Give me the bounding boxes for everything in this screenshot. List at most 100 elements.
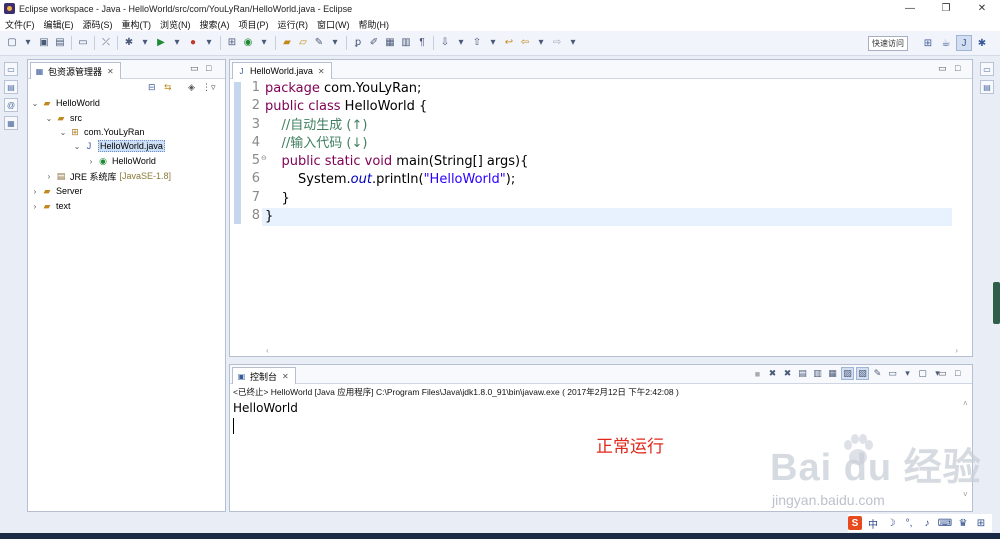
maximize-view-icon[interactable]: □ [955, 368, 960, 378]
dropdown-icon[interactable]: ▾ [203, 37, 215, 49]
tab-helloworld-java[interactable]: J HelloWorld.java ✕ [232, 62, 332, 79]
debug-perspective-icon[interactable]: ✱ [974, 35, 990, 51]
scroll-lock-icon[interactable]: ▥ [811, 367, 824, 380]
dropdown-icon[interactable]: ▾ [455, 37, 467, 49]
restore-icon[interactable]: ▭ [4, 62, 18, 76]
close-icon[interactable]: ✕ [318, 67, 325, 76]
new-java-project-icon[interactable]: ⊞ [226, 37, 238, 49]
menu-refactor[interactable]: 重构(T) [122, 18, 152, 31]
declaration-icon[interactable]: ▦ [4, 116, 18, 130]
menu-search[interactable]: 搜索(A) [200, 18, 230, 31]
dropdown-icon[interactable]: ▾ [139, 37, 151, 49]
save-all-icon[interactable]: ▤ [54, 37, 66, 49]
minimize-button[interactable]: — [892, 0, 928, 17]
expand-arrow-icon[interactable]: › [30, 202, 40, 211]
new-class-icon[interactable]: ◉ [242, 37, 254, 49]
dropdown-icon[interactable]: ▾ [487, 37, 499, 49]
expand-arrow-icon[interactable]: ⌄ [30, 99, 40, 108]
close-icon[interactable]: ✕ [107, 67, 114, 76]
expand-arrow-icon[interactable]: ⌄ [72, 142, 82, 151]
display-console-icon[interactable]: ▭ [886, 367, 899, 380]
menu-edit[interactable]: 编辑(E) [44, 18, 74, 31]
horizontal-scrollbar[interactable]: ‹ › [266, 346, 958, 356]
open-folder-icon[interactable]: ▱ [297, 37, 309, 49]
remove-all-terminated-icon[interactable]: ✖ [781, 367, 794, 380]
view-menu-icon[interactable]: ⋮ [202, 82, 211, 93]
terminal-icon[interactable]: ▭ [77, 37, 89, 49]
word-wrap-icon[interactable]: ▦ [826, 367, 839, 380]
tab-package-explorer[interactable]: ▦ 包资源管理器 ✕ [30, 62, 121, 79]
new-icon[interactable]: ▢ [6, 37, 18, 49]
maximize-button[interactable]: ❐ [928, 0, 964, 17]
menu-run[interactable]: 运行(R) [278, 18, 309, 31]
open-perspective-icon[interactable]: ⊞ [920, 35, 936, 51]
grid-icon[interactable]: ⊞ [974, 516, 988, 530]
keyboard-icon[interactable]: ⌨ [938, 516, 952, 530]
punctuation-icon[interactable]: °, [902, 516, 916, 530]
dropdown-icon[interactable]: ▾ [258, 37, 270, 49]
mark-occurrences-icon[interactable]: ✐ [368, 37, 380, 49]
menu-project[interactable]: 项目(P) [239, 18, 269, 31]
open-type-icon[interactable]: ▰ [281, 37, 293, 49]
outline-icon[interactable]: ▤ [980, 80, 994, 94]
show-on-stderr-icon[interactable]: ▧ [856, 367, 869, 380]
menu-help[interactable]: 帮助(H) [359, 18, 390, 31]
prev-annotation-icon[interactable]: ⇧ [471, 37, 483, 49]
expand-arrow-icon[interactable]: › [44, 172, 54, 181]
view-menu-arrow-icon[interactable]: ▿ [211, 82, 216, 93]
open-console-icon[interactable]: ▾ [901, 367, 914, 380]
java-perspective-icon[interactable]: J [956, 35, 972, 51]
expand-arrow-icon[interactable]: › [30, 187, 40, 196]
tree-node-server[interactable]: › ▰ Server [30, 184, 83, 198]
side-handle[interactable] [993, 282, 1000, 324]
tree-node-package[interactable]: ⌄ ⊞ com.YouLyRan [58, 125, 145, 139]
tab-console[interactable]: ▣ 控制台 ✕ [232, 367, 296, 384]
maximize-view-icon[interactable]: □ [206, 63, 211, 73]
menu-window[interactable]: 窗口(W) [317, 18, 350, 31]
dropdown-icon[interactable]: ▾ [535, 37, 547, 49]
expand-arrow-icon[interactable]: ⌄ [44, 114, 54, 123]
menu-source[interactable]: 源码(S) [83, 18, 113, 31]
tree-node-helloworld-java[interactable]: ⌄ J HelloWorld.java [72, 139, 165, 153]
block-selection-icon[interactable]: ▦ [384, 37, 396, 49]
expand-arrow-icon[interactable]: › [86, 157, 96, 166]
maximize-view-icon[interactable]: □ [955, 63, 960, 73]
hierarchy-icon[interactable]: ▤ [4, 80, 18, 94]
collapse-all-icon[interactable]: ⊟ [148, 82, 156, 93]
dropdown-icon[interactable]: ▾ [329, 37, 341, 49]
vertical-scrollbar[interactable]: ˄ ˅ [961, 399, 971, 499]
scroll-right-icon[interactable]: › [955, 346, 958, 355]
word-wrap-icon[interactable]: ▥ [400, 37, 412, 49]
close-button[interactable]: ✕ [964, 0, 1000, 17]
scroll-left-icon[interactable]: ‹ [266, 346, 269, 355]
external-tools-icon[interactable]: ● [187, 37, 199, 49]
terminate-icon[interactable]: ■ [751, 367, 764, 380]
clear-console-icon[interactable]: ▤ [796, 367, 809, 380]
tree-node-helloworld-class[interactable]: › ◉ HelloWorld [86, 154, 156, 168]
dropdown-icon[interactable]: ▾ [567, 37, 579, 49]
expand-arrow-icon[interactable]: ⌄ [58, 128, 68, 137]
menu-file[interactable]: 文件(F) [5, 18, 35, 31]
next-annotation-icon[interactable]: ⇩ [439, 37, 451, 49]
minimize-view-icon[interactable]: ▭ [938, 63, 947, 74]
console-output[interactable]: HelloWorld [233, 401, 298, 415]
dropdown-icon[interactable]: ▾ [22, 37, 34, 49]
tree-node-src[interactable]: ⌄ ▰ src [44, 111, 82, 125]
back-icon[interactable]: ⇦ [519, 37, 531, 49]
shirt-icon[interactable]: ♛ [956, 516, 970, 530]
focus-icon[interactable]: ◈ [188, 82, 195, 93]
ime-mode-label[interactable]: 中 [866, 516, 880, 531]
menu-navigate[interactable]: 浏览(N) [160, 18, 191, 31]
skip-breakpoints-icon[interactable]: ⤫ [100, 37, 112, 49]
microphone-icon[interactable]: ♪ [920, 516, 934, 530]
link-with-editor-icon[interactable]: ⇆ [164, 82, 172, 93]
code-area[interactable]: 1 2 3 4 5 ⊖ 6 7 8 package com.YouLyRan; … [230, 80, 972, 346]
restore-icon[interactable]: ▭ [980, 62, 994, 76]
quick-access-input[interactable]: 快速访问 [868, 36, 908, 51]
run-icon[interactable]: ▶ [155, 37, 167, 49]
scroll-up-icon[interactable]: ˄ [963, 399, 968, 408]
save-icon[interactable]: ▣ [38, 37, 50, 49]
scroll-down-icon[interactable]: ˅ [963, 490, 968, 499]
forward-icon[interactable]: ⇨ [551, 37, 563, 49]
minimize-view-icon[interactable]: ▭ [190, 63, 199, 74]
